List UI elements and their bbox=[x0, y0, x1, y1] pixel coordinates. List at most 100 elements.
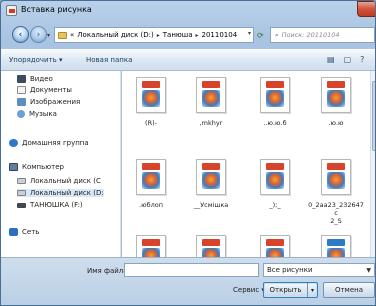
tools-menu[interactable]: Сервис ▾ bbox=[233, 286, 265, 294]
close-button[interactable] bbox=[357, 1, 375, 17]
jpg-file-icon bbox=[321, 235, 351, 257]
jpg-file-icon bbox=[196, 77, 226, 113]
sidebar-label: Изображения bbox=[30, 98, 81, 106]
scrollbar-thumb[interactable] bbox=[372, 81, 375, 151]
file-item[interactable]: 0_2aa23_232647c 2_S bbox=[307, 153, 365, 225]
documents-icon bbox=[17, 86, 26, 94]
dialog-footer: Имя файла: Все рисунки ▼ Сервис ▾ Открыт… bbox=[1, 257, 375, 305]
file-item[interactable]: ..ю.ю.б bbox=[246, 71, 304, 141]
sidebar-item-music[interactable]: Музыка bbox=[17, 110, 57, 118]
tools-label: Сервис bbox=[233, 286, 260, 294]
address-row: ‹ › ▾ « Локальный диск (D:) ▸ Танюша ▸ 2… bbox=[1, 23, 375, 47]
insert-picture-dialog: Вставка рисунка ‹ › ▾ « Локальный диск (… bbox=[0, 0, 376, 306]
file-name: (R)- bbox=[145, 119, 157, 127]
back-button[interactable]: ‹ bbox=[12, 26, 29, 43]
open-options-chevron-icon[interactable]: ▾ bbox=[307, 283, 317, 297]
jpg-file-icon bbox=[196, 235, 226, 257]
breadcrumb-drive-d[interactable]: Локальный диск (D:) bbox=[77, 31, 153, 39]
video-icon bbox=[17, 75, 26, 83]
file-item[interactable]: ,mkhyr bbox=[182, 71, 240, 141]
breadcrumb-arrow-icon[interactable]: ▸ bbox=[157, 32, 160, 39]
sidebar-label: Домашняя группа bbox=[22, 139, 89, 147]
file-name: .ю.ю bbox=[328, 119, 344, 127]
network-icon bbox=[9, 228, 18, 236]
sidebar-item-drive-f[interactable]: ТАНЮШКА (F:) bbox=[17, 201, 83, 209]
sidebar-label: Сеть bbox=[22, 228, 40, 236]
jpg-file-icon bbox=[321, 77, 351, 113]
forward-button[interactable]: › bbox=[30, 26, 47, 43]
music-icon bbox=[17, 110, 25, 118]
open-button[interactable]: Открыть ▾ bbox=[263, 282, 318, 298]
sidebar-item-drive-c[interactable]: Локальный диск (C bbox=[17, 177, 101, 185]
file-item[interactable] bbox=[246, 229, 304, 257]
recent-pages-chevron-icon[interactable]: ▾ bbox=[47, 32, 50, 39]
sidebar-label: Видео bbox=[30, 75, 53, 83]
breadcrumb-tanyusha[interactable]: Танюша bbox=[163, 31, 193, 39]
cancel-button[interactable]: Отмена bbox=[323, 282, 375, 298]
view-mode-icon[interactable]: ▤ bbox=[327, 55, 335, 64]
sidebar-label: Локальный диск (D: bbox=[30, 189, 104, 197]
file-item[interactable]: .юблоп bbox=[122, 153, 180, 223]
refresh-icon[interactable]: ⟳ bbox=[257, 31, 264, 40]
sidebar-item-images[interactable]: Изображения bbox=[17, 98, 80, 106]
file-name: ..ю.ю.б bbox=[263, 119, 287, 127]
chevron-down-icon: ▼ bbox=[366, 267, 371, 274]
file-item[interactable]: __Усмішка bbox=[182, 153, 240, 223]
jpg-file-icon bbox=[260, 159, 290, 195]
filename-input[interactable] bbox=[124, 263, 259, 277]
window-title: Вставка рисунка bbox=[21, 5, 92, 14]
jpg-file-icon bbox=[136, 77, 166, 113]
address-dropdown-icon[interactable]: ▾ bbox=[248, 30, 251, 37]
sidebar-label: ТАНЮШКА (F:) bbox=[30, 201, 83, 209]
file-name: ,mkhyr bbox=[199, 119, 223, 127]
jpg-file-icon bbox=[136, 159, 166, 195]
preview-pane-icon[interactable]: ▢ bbox=[344, 55, 352, 64]
sidebar-label: Музыка bbox=[29, 110, 57, 118]
sidebar-label: Локальный диск (C bbox=[30, 177, 101, 185]
search-input[interactable]: ⌕ Поиск: 20110104 bbox=[270, 27, 375, 43]
file-type-select[interactable]: Все рисунки ▼ bbox=[263, 263, 375, 277]
breadcrumb-overflow[interactable]: « bbox=[70, 31, 74, 39]
file-item[interactable]: .ю.ю bbox=[307, 71, 365, 141]
sidebar-label: Компьютер bbox=[22, 163, 64, 171]
sidebar-item-drive-d[interactable]: Локальный диск (D: bbox=[17, 189, 104, 197]
file-name: 0_2aa23_232647c 2_S bbox=[308, 201, 364, 225]
disk-drive-icon bbox=[17, 190, 26, 196]
file-name: .юблоп bbox=[139, 201, 163, 209]
file-type-value: Все рисунки bbox=[267, 266, 313, 274]
images-icon bbox=[17, 98, 26, 106]
address-bar[interactable]: « Локальный диск (D:) ▸ Танюша ▸ 2011010… bbox=[54, 27, 254, 43]
computer-icon bbox=[9, 163, 18, 171]
file-name: __Усмішка bbox=[193, 201, 229, 209]
file-list-scrollbar[interactable] bbox=[370, 71, 375, 257]
sidebar-item-video[interactable]: Видео bbox=[17, 75, 53, 83]
picture-app-icon bbox=[6, 5, 17, 16]
new-folder-button[interactable]: Новая папка bbox=[86, 56, 132, 64]
file-item[interactable] bbox=[122, 229, 180, 257]
navigation-pane: Видео Документы Изображения Музыка Домаш… bbox=[1, 71, 121, 257]
homegroup-icon bbox=[9, 139, 18, 147]
help-icon[interactable]: ? bbox=[360, 55, 364, 64]
file-item[interactable]: _);_ bbox=[246, 153, 304, 223]
search-placeholder: Поиск: 20110104 bbox=[281, 31, 340, 39]
sidebar-item-documents[interactable]: Документы bbox=[17, 86, 72, 94]
sidebar-item-network[interactable]: Сеть bbox=[9, 228, 39, 236]
sidebar-item-computer[interactable]: Компьютер bbox=[9, 163, 64, 171]
jpg-file-icon bbox=[260, 77, 290, 113]
file-item[interactable] bbox=[182, 229, 240, 257]
sidebar-item-homegroup[interactable]: Домашняя группа bbox=[9, 139, 89, 147]
file-list: (R)- ,mkhyr ..ю.ю.б .ю.ю .юблоп __Усмішк… bbox=[122, 71, 370, 257]
file-item[interactable] bbox=[307, 229, 365, 257]
file-item[interactable]: (R)- bbox=[122, 71, 180, 141]
sidebar-label: Документы bbox=[30, 86, 72, 94]
breadcrumb-20110104[interactable]: 20110104 bbox=[202, 31, 238, 39]
file-name: _);_ bbox=[269, 201, 281, 209]
usb-drive-icon bbox=[17, 202, 26, 208]
organize-button[interactable]: Упорядочить ▾ bbox=[9, 56, 63, 64]
breadcrumb-arrow-icon[interactable]: ▸ bbox=[196, 32, 199, 39]
jpg-file-icon bbox=[136, 235, 166, 257]
jpg-file-icon bbox=[260, 235, 290, 257]
folder-icon bbox=[58, 31, 67, 39]
view-controls: ▤ ▢ ? bbox=[327, 55, 364, 64]
command-toolbar: Упорядочить ▾ Новая папка ▤ ▢ ? bbox=[1, 49, 375, 71]
